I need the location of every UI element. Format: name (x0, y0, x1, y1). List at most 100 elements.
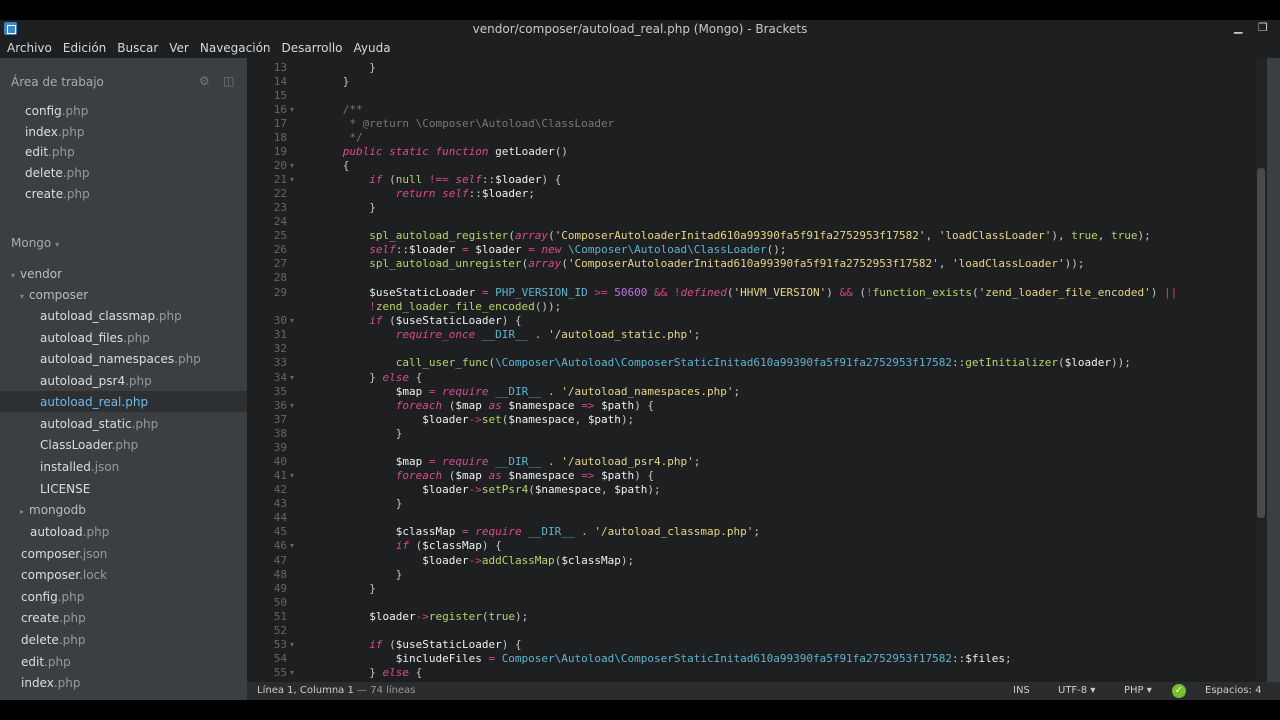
working-file-edit[interactable]: edit.php (25, 145, 75, 159)
insert-mode-indicator[interactable]: INS (1013, 685, 1030, 696)
line-number: 45 (273, 525, 287, 538)
file-edit[interactable]: edit.php (21, 655, 71, 669)
code-line: foreach ($map as $namespace => $path) { (395, 469, 655, 482)
menu-desarrollo[interactable]: Desarrollo (282, 38, 343, 58)
file-autoload-classmap[interactable]: autoload_classmap.php (40, 309, 182, 323)
gear-icon[interactable]: ⚙ (199, 74, 210, 88)
scrollbar-thumb[interactable] (1257, 168, 1265, 518)
line-number: 13 (273, 61, 287, 74)
file-classloader[interactable]: ClassLoader.php (40, 438, 138, 452)
working-file-index[interactable]: index.php (25, 125, 85, 139)
fold-arrow-icon[interactable]: ▾ (290, 373, 294, 382)
folder-mongodb[interactable]: ▸ mongodb (20, 503, 86, 517)
fold-arrow-icon[interactable]: ▾ (290, 668, 294, 677)
file-installed[interactable]: installed.json (40, 460, 119, 474)
line-number: 50 (273, 596, 287, 609)
indent-setting[interactable]: Espacios: 4 (1205, 685, 1262, 696)
file-license[interactable]: LICENSE (40, 482, 90, 496)
letterbox-top (0, 0, 1280, 20)
split-view-icon[interactable]: ◫ (223, 74, 234, 88)
fold-arrow-icon[interactable]: ▾ (290, 316, 294, 325)
line-number: 34 (273, 371, 287, 384)
file-autoload-files[interactable]: autoload_files.php (40, 331, 150, 345)
line-number-gutter: 13 14 15 16 17 18 19 20 21 22 23 24 25 2… (247, 58, 295, 682)
line-number: 42 (273, 483, 287, 496)
line-number: 37 (273, 413, 287, 426)
code-line: $loader->register(true); (369, 610, 529, 623)
code-editor[interactable]: 13 14 15 16 17 18 19 20 21 22 23 24 25 2… (247, 58, 1255, 682)
fold-arrow-icon[interactable]: ▾ (290, 541, 294, 550)
sidebar: Área de trabajo ⚙ ◫ config.php index.php… (0, 58, 247, 700)
file-delete[interactable]: delete.php (21, 633, 85, 647)
file-composer-lock[interactable]: composer.lock (21, 568, 107, 582)
file-config[interactable]: config.php (21, 590, 84, 604)
cursor-position: Línea 1, Columna 1 — 74 líneas (257, 685, 416, 696)
file-autoload[interactable]: autoload.php (30, 525, 109, 539)
working-file-delete[interactable]: delete.php (25, 166, 89, 180)
lint-ok-icon[interactable]: ✓ (1172, 684, 1186, 698)
fold-arrow-icon[interactable]: ▾ (290, 471, 294, 480)
project-dropdown[interactable]: Mongo ▾ (11, 236, 64, 250)
menu-ayuda[interactable]: Ayuda (354, 38, 391, 58)
menu-bar: Archivo Edición Buscar Ver Navegación De… (0, 38, 1280, 58)
fold-arrow-icon[interactable]: ▾ (290, 401, 294, 410)
line-number: 55 (273, 666, 287, 679)
working-file-create[interactable]: create.php (25, 187, 90, 201)
fold-arrow-icon[interactable]: ▾ (290, 640, 294, 649)
line-number: 40 (273, 455, 287, 468)
line-number: 16 (273, 103, 287, 116)
line-number: 43 (273, 497, 287, 510)
line-number: 21 (273, 173, 287, 186)
line-number: 51 (273, 610, 287, 623)
code-line: $loader->set($namespace, $path); (422, 413, 635, 426)
line-number: 28 (273, 271, 287, 284)
line-number: 20 (273, 159, 287, 172)
fold-arrow-icon[interactable]: ▾ (290, 105, 294, 114)
code-line: spl_autoload_unregister(array('ComposerA… (369, 257, 1085, 270)
file-autoload-real[interactable]: autoload_real.php (40, 395, 148, 409)
chevron-down-icon: ▾ (20, 292, 25, 301)
minimize-button[interactable]: ▁ (1234, 21, 1242, 34)
letterbox-bottom (0, 700, 1280, 720)
file-autoload-namespaces[interactable]: autoload_namespaces.php (40, 352, 201, 366)
code-line: $classMap = require __DIR__ . '/autoload… (395, 525, 760, 538)
line-number: 52 (273, 624, 287, 637)
file-index[interactable]: index.php (21, 676, 81, 690)
file-autoload-static[interactable]: autoload_static.php (40, 417, 158, 431)
file-composer-json[interactable]: composer.json (21, 547, 107, 561)
encoding-dropdown[interactable]: UTF-8 ▾ (1058, 685, 1095, 696)
menu-navegacion[interactable]: Navegación (200, 38, 271, 58)
code-line: $loader->addClassMap($classMap); (422, 554, 635, 567)
language-dropdown[interactable]: PHP ▾ (1124, 685, 1152, 696)
line-number: 39 (273, 441, 287, 454)
code-line: } (303, 427, 403, 440)
working-file-config[interactable]: config.php (25, 104, 88, 118)
extension-toolbar (1267, 58, 1280, 700)
code-line: self::$loader = $loader = new \Composer\… (369, 243, 787, 256)
menu-ver[interactable]: Ver (169, 38, 189, 58)
menu-edicion[interactable]: Edición (63, 38, 106, 58)
folder-composer[interactable]: ▾ composer (20, 288, 88, 302)
line-number: 24 (273, 215, 287, 228)
code-line: } else { (303, 666, 423, 679)
code-line: } (303, 201, 376, 214)
menu-buscar[interactable]: Buscar (117, 38, 158, 58)
window-title: vendor/composer/autoload_real.php (Mongo… (472, 22, 808, 36)
working-set-title: Área de trabajo (11, 75, 104, 89)
fold-arrow-icon[interactable]: ▾ (290, 161, 294, 170)
folder-vendor[interactable]: ▾ vendor (11, 267, 62, 281)
code-line: } (303, 61, 376, 74)
code-line: spl_autoload_register(array('ComposerAut… (369, 229, 1151, 242)
code-line: require_once __DIR__ . '/autoload_static… (395, 328, 701, 341)
file-autoload-psr4[interactable]: autoload_psr4.php (40, 374, 152, 388)
code-line: $useStaticLoader = PHP_VERSION_ID >= 506… (369, 286, 1178, 299)
line-number: 36 (273, 399, 287, 412)
line-number: 14 (273, 75, 287, 88)
fold-arrow-icon[interactable]: ▾ (290, 175, 294, 184)
maximize-button[interactable]: ❐ (1258, 21, 1268, 34)
menu-archivo[interactable]: Archivo (7, 38, 52, 58)
file-create[interactable]: create.php (21, 611, 86, 625)
code-line: foreach ($map as $namespace => $path) { (395, 399, 655, 412)
line-number: 46 (273, 539, 287, 552)
vertical-scrollbar[interactable] (1255, 58, 1267, 682)
